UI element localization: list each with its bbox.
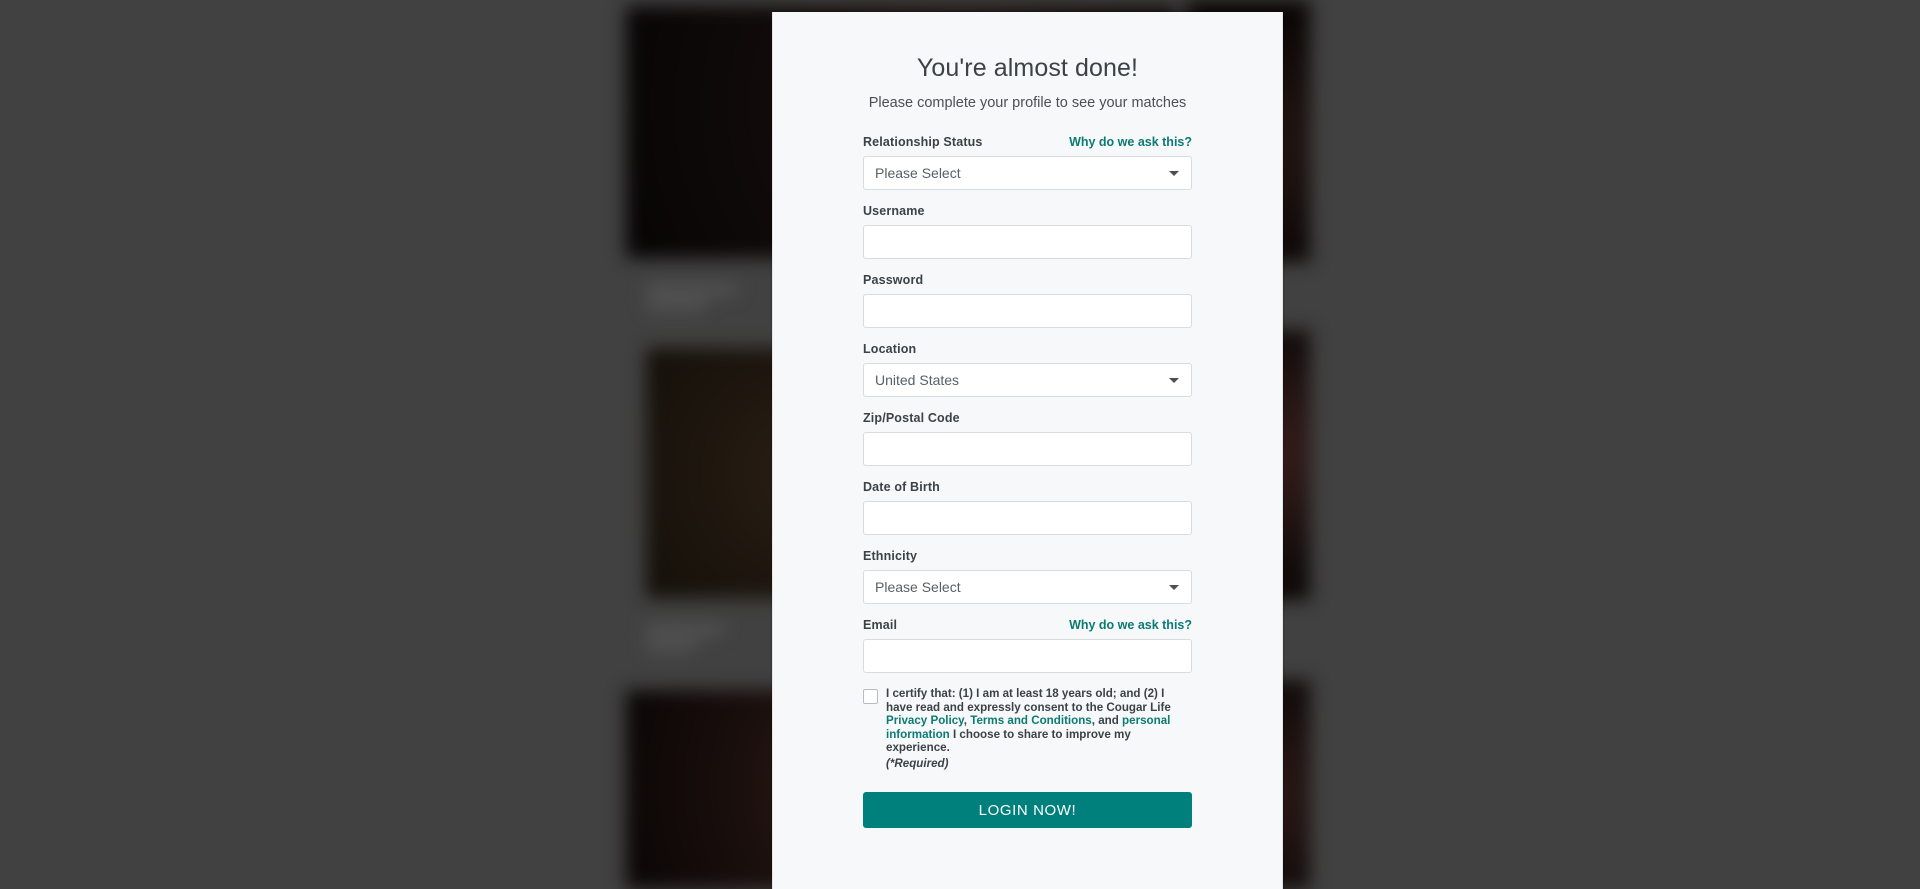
label-row: Username [863,204,1192,218]
certification-text: I certify that: (1) I am at least 18 yea… [886,687,1192,770]
location-label: Location [863,342,917,356]
username-label: Username [863,204,925,218]
background-text-line [646,285,738,294]
field-relationship-status: Relationship Status Why do we ask this? [863,135,1192,190]
field-ethnicity: Ethnicity [863,549,1192,604]
relationship-status-why-link[interactable]: Why do we ask this? [1069,135,1192,149]
field-zip-postal-code: Zip/Postal Code [863,411,1192,466]
field-email: Email Why do we ask this? [863,618,1192,673]
ethnicity-select[interactable] [863,570,1192,604]
email-label: Email [863,618,898,632]
field-username: Username [863,204,1192,259]
label-row: Date of Birth [863,480,1192,494]
email-input[interactable] [863,639,1192,673]
password-input[interactable] [863,294,1192,328]
label-row: Relationship Status Why do we ask this? [863,135,1192,149]
location-select[interactable] [863,363,1192,397]
privacy-policy-link[interactable]: Privacy Policy [886,714,964,727]
certification-row: I certify that: (1) I am at least 18 yea… [863,687,1192,770]
password-label: Password [863,273,924,287]
email-why-link[interactable]: Why do we ask this? [1069,618,1192,632]
date-of-birth-label: Date of Birth [863,480,940,494]
login-now-button[interactable]: LOGIN NOW! [863,792,1192,828]
zip-postal-code-input[interactable] [863,432,1192,466]
label-row: Password [863,273,1192,287]
required-note: (*Required) [886,756,949,770]
relationship-status-select[interactable] [863,156,1192,190]
location-select-wrap [863,363,1192,397]
background-text-line [646,300,706,309]
label-row: Location [863,342,1192,356]
profile-form: Relationship Status Why do we ask this? … [863,135,1192,828]
page-root: You're almost done! Please complete your… [0,0,1920,889]
ethnicity-select-wrap [863,570,1192,604]
certification-text-part-1: I certify that: (1) I am at least 18 yea… [886,687,1171,714]
date-of-birth-input[interactable] [863,501,1192,535]
label-row: Zip/Postal Code [863,411,1192,425]
field-password: Password [863,273,1192,328]
certification-checkbox[interactable] [863,689,878,704]
ethnicity-label: Ethnicity [863,549,918,563]
label-row: Ethnicity [863,549,1192,563]
profile-completion-modal: You're almost done! Please complete your… [772,12,1283,889]
background-text-line [646,625,724,634]
certification-separator-2: , and [1091,714,1123,727]
relationship-status-label: Relationship Status [863,135,983,149]
field-date-of-birth: Date of Birth [863,480,1192,535]
background-text-line [646,641,696,650]
relationship-status-select-wrap [863,156,1192,190]
page-title: You're almost done! [916,54,1139,82]
field-location: Location [863,342,1192,397]
label-row: Email Why do we ask this? [863,618,1192,632]
zip-postal-code-label: Zip/Postal Code [863,411,960,425]
terms-and-conditions-link[interactable]: Terms and Conditions [970,714,1092,727]
username-input[interactable] [863,225,1192,259]
page-subtitle: Please complete your profile to see your… [868,95,1187,111]
